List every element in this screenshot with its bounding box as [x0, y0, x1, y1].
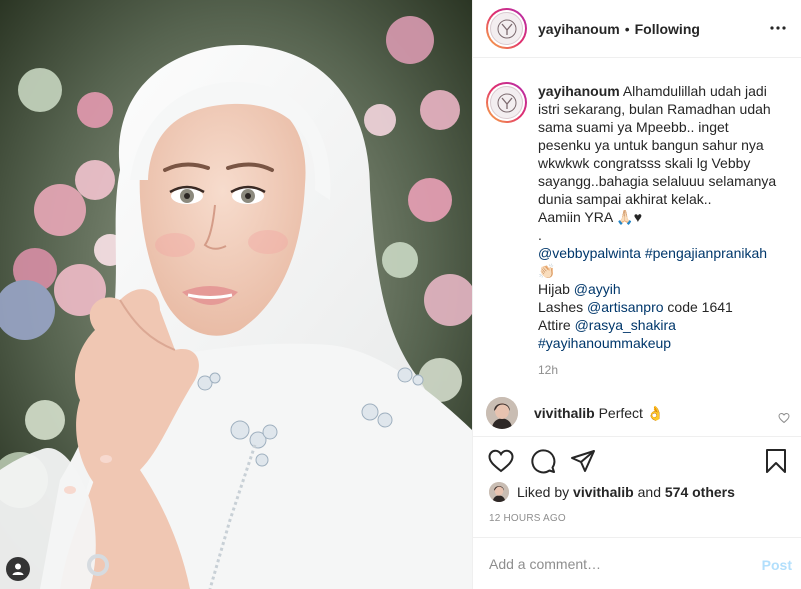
caption-text: yayihanoum Alhamdulillah udah jadi istri… — [538, 82, 788, 352]
caption-emoji-line: 👏🏻 — [538, 263, 556, 279]
caption-line: . — [538, 227, 542, 243]
comment-bubble-icon[interactable] — [529, 447, 557, 475]
post-photo[interactable] — [0, 0, 472, 589]
likes-prefix: Liked by — [517, 484, 574, 500]
post-header: yayihanoum • Following — [473, 0, 801, 58]
caption-line: Aamiin YRA 🙏🏻♥ — [538, 209, 643, 225]
credit-label: Lashes — [538, 299, 588, 315]
person-tag-icon[interactable] — [6, 557, 30, 581]
likes-others-link[interactable]: 574 others — [665, 484, 735, 500]
heart-icon[interactable] — [487, 447, 515, 475]
photo-illustration — [0, 0, 472, 589]
following-button[interactable]: Following — [635, 21, 700, 37]
comment-text: Perfect 👌 — [598, 404, 665, 421]
credit-suffix: code 1641 — [663, 299, 733, 315]
hashtag-link[interactable]: #pengajianpranikah — [645, 245, 767, 261]
likes-summary: Liked by vivithalib and 574 others — [489, 482, 735, 502]
commenter-avatar[interactable] — [486, 397, 518, 429]
post-side-panel: yayihanoum • Following yayihanoum Alhamd… — [472, 0, 801, 589]
mention-link[interactable]: @vebbypalwinta — [538, 245, 641, 261]
header-separator: • — [624, 20, 630, 37]
credit-label: Attire — [538, 317, 575, 333]
caption-line: wkwkwk congratsss skali lg Vebby — [538, 155, 751, 171]
post-timestamp[interactable]: 12 HOURS AGO — [489, 513, 566, 524]
brand-logo-icon — [490, 12, 523, 45]
comment-item: vivithalib Perfect 👌 — [486, 397, 790, 429]
caption-line: istri sekarang, bulan Ramadhan udah — [538, 101, 771, 117]
caption-time[interactable]: 12h — [538, 363, 788, 377]
caption: yayihanoum Alhamdulillah udah jadi istri… — [486, 82, 788, 352]
brand-logo-icon — [490, 86, 523, 119]
caption-line: pesenku ya untuk bangun sahur nya — [538, 137, 764, 153]
credit-link[interactable]: @artisanpro — [587, 299, 663, 315]
hashtag-link[interactable]: #yayihanoummakeup — [538, 334, 788, 352]
caption-line: Alhamdulillah udah jadi — [622, 83, 767, 99]
add-comment-bar: Post — [473, 537, 801, 589]
liker-username[interactable]: vivithalib — [573, 484, 634, 500]
comment-like-icon[interactable] — [778, 411, 790, 427]
header-avatar[interactable] — [486, 8, 527, 49]
credit-link[interactable]: @rasya_shakira — [575, 317, 676, 333]
action-bar — [473, 436, 801, 484]
likes-middle: and — [633, 484, 665, 500]
comment-input[interactable] — [489, 555, 749, 572]
more-horizontal-icon[interactable] — [768, 16, 788, 40]
caption-line: sama suami ya Mpeebb.. inget — [538, 119, 729, 135]
credit-link[interactable]: @ayyih — [574, 281, 621, 297]
caption-avatar[interactable] — [486, 82, 527, 123]
paper-plane-icon[interactable] — [569, 447, 597, 475]
post-comment-button[interactable]: Post — [762, 557, 792, 573]
comment-username[interactable]: vivithalib — [534, 405, 595, 421]
caption-username[interactable]: yayihanoum — [538, 83, 620, 99]
liker-avatar[interactable] — [489, 482, 509, 502]
caption-line: dunia sampai akhirat kelak.. — [538, 191, 712, 207]
caption-line: sayangg..bahagia selaluuu selamanya — [538, 173, 777, 189]
header-username[interactable]: yayihanoum — [538, 21, 620, 37]
bookmark-icon[interactable] — [762, 447, 790, 475]
credit-label: Hijab — [538, 281, 574, 297]
comments-section[interactable]: yayihanoum Alhamdulillah udah jadi istri… — [473, 58, 801, 436]
